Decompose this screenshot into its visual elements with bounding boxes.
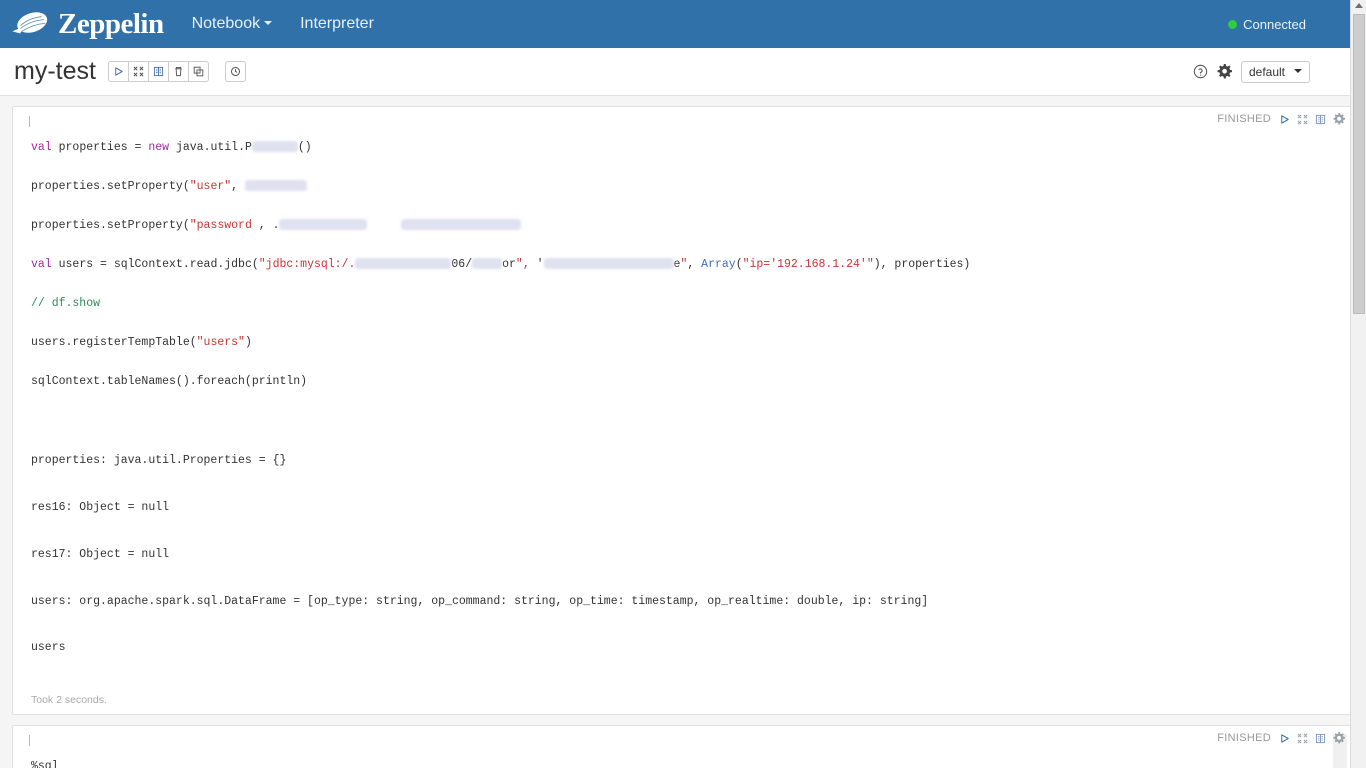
- chevron-up-icon: [1355, 3, 1363, 8]
- status-badge: FINISHED: [1217, 732, 1271, 745]
- code-line: %sql: [31, 760, 59, 768]
- code-editor-scala[interactable]: val properties = new java.util.P() prope…: [13, 107, 1353, 418]
- play-icon: [113, 66, 124, 77]
- paragraph-sql[interactable]: FINISHED %sql: [12, 725, 1354, 768]
- brand-logo-group[interactable]: Zeppelin: [8, 9, 178, 39]
- output-line: users: [31, 641, 66, 655]
- connection-status-label: Connected: [1243, 16, 1306, 32]
- paragraph-scala-output: properties: java.util.Properties = {} re…: [13, 418, 1353, 687]
- status-badge: FINISHED: [1217, 113, 1271, 125]
- scheduler-button[interactable]: [224, 61, 246, 82]
- code-line: properties.setProperty("password , .: [31, 219, 1343, 232]
- hide-output-button[interactable]: [1315, 733, 1326, 744]
- titlebar-right-controls: default: [1193, 60, 1350, 83]
- notebook-body: FINISHED val properties = new java.util.…: [0, 96, 1366, 768]
- run-paragraph-button[interactable]: [1279, 733, 1290, 744]
- hide-editor-button[interactable]: [1297, 733, 1308, 744]
- question-circle-icon[interactable]: [1193, 64, 1208, 79]
- notebook-titlebar: my-test default: [0, 48, 1366, 96]
- paragraph-scala-status-bar: FINISHED: [1217, 113, 1345, 125]
- copy-icon: [193, 66, 204, 77]
- code-line: val users = sqlContext.read.jdbc("jdbc:m…: [31, 258, 971, 271]
- nav-item-notebook[interactable]: Notebook: [178, 0, 287, 48]
- code-line: val properties = new java.util.P(): [31, 141, 312, 154]
- code-line: properties.setProperty("user",: [31, 180, 1343, 193]
- book-icon: [153, 66, 164, 77]
- remove-notebook-button[interactable]: [167, 61, 189, 82]
- interpreter-binding-select[interactable]: default: [1240, 60, 1310, 83]
- clock-icon: [230, 66, 241, 77]
- paragraph-settings-button[interactable]: [1333, 732, 1345, 744]
- output-line: res16: Object = null: [31, 500, 170, 514]
- code-line: // df.show: [31, 297, 101, 310]
- code-line: users.registerTempTable("users"): [31, 336, 252, 349]
- nav-item-interpreter[interactable]: Interpreter: [286, 0, 388, 48]
- hide-all-output-button[interactable]: [147, 61, 169, 82]
- collapse-icon: [133, 66, 144, 77]
- chevron-down-icon: [264, 21, 273, 26]
- page-title[interactable]: my-test: [14, 59, 96, 84]
- clone-notebook-button[interactable]: [187, 61, 209, 82]
- connection-status-dot: [1228, 19, 1238, 29]
- paragraph-scala[interactable]: FINISHED val properties = new java.util.…: [12, 106, 1354, 716]
- output-line: properties: java.util.Properties = {}: [31, 454, 287, 468]
- code-line: sqlContext.tableNames().foreach(println): [31, 375, 308, 388]
- nav-item-interpreter-label: Interpreter: [300, 15, 374, 32]
- page-scrollbar[interactable]: [1350, 0, 1366, 768]
- gear-icon[interactable]: [1217, 64, 1232, 79]
- paragraph-sql-status-bar: FINISHED: [1217, 732, 1345, 744]
- paragraph-scala-footer: Took 2 seconds.: [31, 694, 107, 707]
- code-editor-sql[interactable]: %sql select * from ( select op_time,op_r…: [13, 726, 1353, 768]
- paragraph-scala-controls: [1279, 113, 1345, 125]
- hide-editor-button[interactable]: [1297, 114, 1308, 125]
- connection-status: Connected: [1228, 17, 1354, 32]
- paragraph-settings-button[interactable]: [1333, 113, 1345, 125]
- sql-editor-wrapper: %sql select * from ( select op_time,op_r…: [13, 726, 1353, 768]
- output-line: users: org.apache.spark.sql.DataFrame = …: [31, 594, 929, 608]
- chevron-down-icon: [1294, 69, 1302, 73]
- hide-all-editors-button[interactable]: [127, 61, 149, 82]
- scrollbar-thumb[interactable]: [1353, 14, 1365, 314]
- run-paragraph-button[interactable]: [1279, 114, 1290, 125]
- top-navbar: Zeppelin Notebook Interpreter Connected: [0, 0, 1366, 48]
- hide-output-button[interactable]: [1315, 114, 1326, 125]
- output-line: res17: Object = null: [31, 547, 170, 561]
- run-all-paragraphs-button[interactable]: [107, 61, 129, 82]
- trash-icon: [173, 66, 184, 77]
- brand-name: Zeppelin: [58, 7, 164, 40]
- notebook-toolbar: [107, 61, 209, 82]
- interpreter-binding-label: default: [1248, 64, 1285, 79]
- nav-item-notebook-label: Notebook: [191, 15, 261, 32]
- paragraph-sql-controls: [1279, 732, 1345, 744]
- zeppelin-airship-icon: [8, 9, 52, 39]
